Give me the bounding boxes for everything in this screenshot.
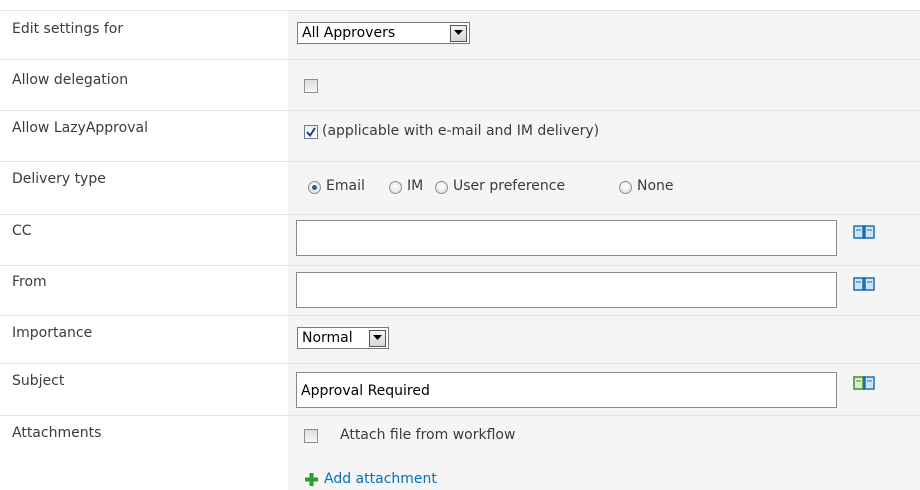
- importance-label: Importance: [12, 325, 93, 341]
- attach-file-checkbox[interactable]: [304, 429, 318, 443]
- chevron-down-icon[interactable]: [450, 24, 467, 42]
- row-attachments: Attachments Attach file from workflow Ad…: [0, 416, 920, 490]
- row-delivery-type: Delivery type Email IM User preference N…: [0, 162, 920, 214]
- edit-settings-select[interactable]: All Approvers: [297, 22, 470, 44]
- from-label: From: [12, 274, 47, 290]
- subject-input[interactable]: Approval Required: [296, 372, 837, 408]
- checkmark-icon: [306, 127, 316, 137]
- address-book-icon[interactable]: [853, 375, 875, 391]
- cc-label: CC: [12, 223, 32, 239]
- radio-none-label: None: [637, 178, 674, 194]
- row-subject: Subject Approval Required: [0, 364, 920, 415]
- allow-lazyapproval-checkbox[interactable]: [304, 125, 318, 139]
- allow-delegation-label: Allow delegation: [12, 72, 129, 88]
- row-allow-delegation: Allow delegation: [0, 60, 920, 110]
- edit-settings-select-value: All Approvers: [302, 25, 396, 41]
- lazyapproval-note: (applicable with e-mail and IM delivery): [322, 123, 600, 139]
- address-book-icon[interactable]: [853, 224, 875, 240]
- edit-settings-label: Edit settings for: [12, 21, 124, 37]
- importance-select[interactable]: Normal: [297, 327, 389, 349]
- chevron-down-icon[interactable]: [369, 329, 386, 347]
- workflow-settings-form: Edit settings for All Approvers Allow de…: [0, 0, 920, 490]
- allow-lazyapproval-label: Allow LazyApproval: [12, 120, 148, 136]
- delivery-type-label: Delivery type: [12, 171, 106, 187]
- radio-user-preference-label: User preference: [453, 178, 566, 194]
- add-attachment-link[interactable]: Add attachment: [324, 471, 437, 487]
- radio-email-label: Email: [326, 178, 365, 194]
- radio-email[interactable]: [308, 181, 321, 194]
- row-edit-settings: Edit settings for All Approvers: [0, 11, 920, 59]
- attachments-label: Attachments: [12, 425, 102, 441]
- address-book-icon[interactable]: [853, 276, 875, 292]
- attach-file-label: Attach file from workflow: [340, 427, 516, 443]
- row-allow-lazyapproval: Allow LazyApproval (applicable with e-ma…: [0, 111, 920, 161]
- row-from: From: [0, 266, 920, 315]
- allow-delegation-checkbox[interactable]: [304, 79, 318, 93]
- from-input[interactable]: [296, 272, 837, 308]
- radio-user-preference[interactable]: [435, 181, 448, 194]
- radio-none[interactable]: [619, 181, 632, 194]
- radio-im-label: IM: [407, 178, 424, 194]
- importance-select-value: Normal: [302, 330, 353, 346]
- cc-input[interactable]: [296, 220, 837, 256]
- subject-label: Subject: [12, 373, 65, 389]
- plus-icon[interactable]: [305, 473, 318, 486]
- row-cc: CC: [0, 215, 920, 265]
- row-importance: Importance Normal: [0, 316, 920, 363]
- radio-im[interactable]: [389, 181, 402, 194]
